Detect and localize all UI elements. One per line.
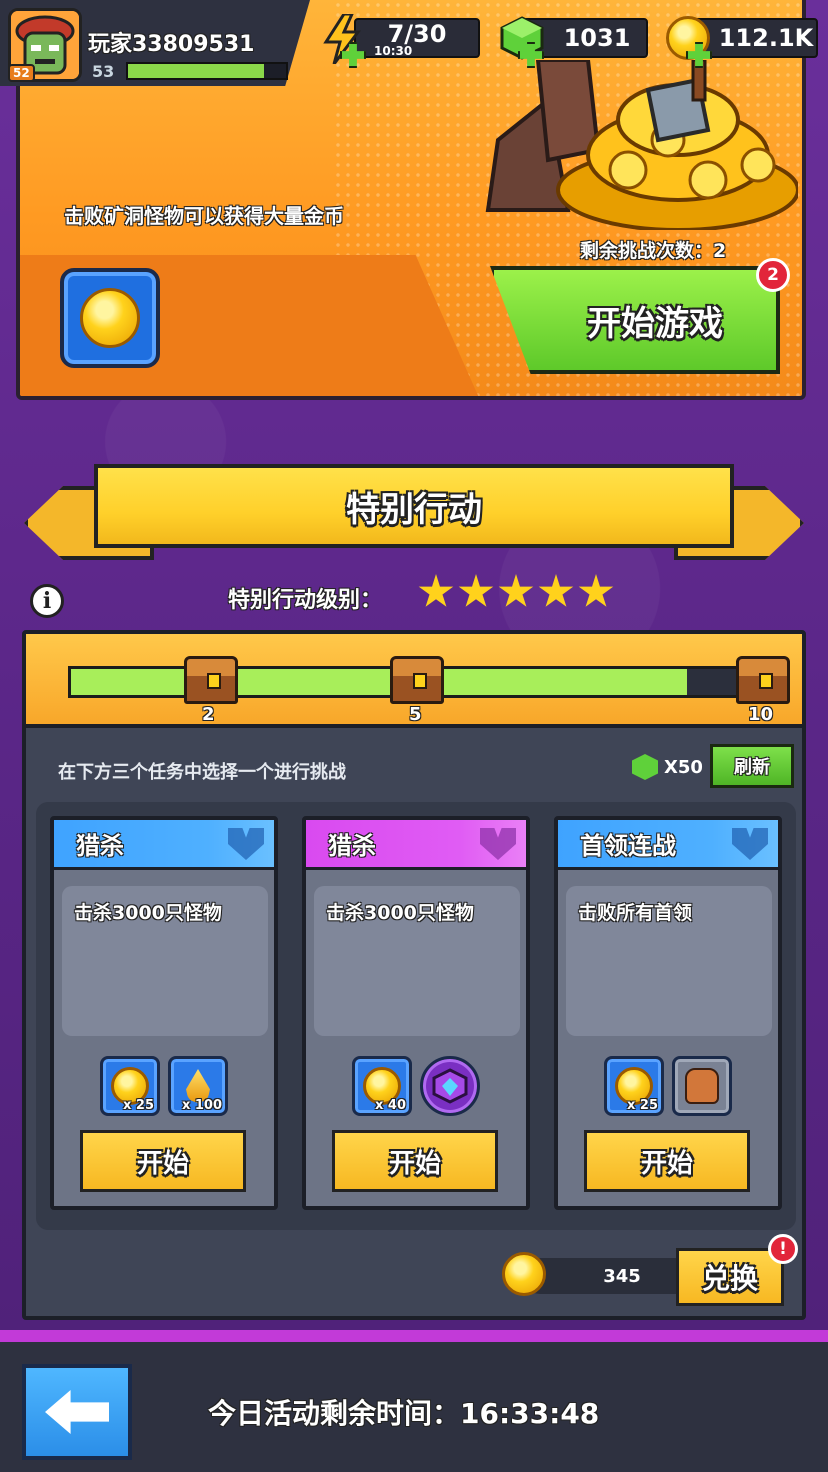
milestone-label: 5 [409, 704, 422, 725]
star-icon [458, 574, 494, 607]
emblem-icon [732, 828, 768, 860]
star-icon [418, 574, 454, 607]
star-icon [538, 574, 574, 607]
xp-bar-fill [128, 64, 264, 78]
milestone-chest-icon[interactable] [184, 656, 238, 704]
task-card: 猎杀 击杀3000只怪物 x 40 开始 [302, 816, 530, 1210]
banner-description: 击败矿洞怪物可以获得大量金币 [64, 204, 344, 228]
task-card-header: 猎杀 [54, 820, 274, 870]
task-rewards: x 25 x 100 [54, 1056, 274, 1116]
refresh-button[interactable]: 刷新 [710, 744, 794, 788]
task-rewards: x 40 [306, 1056, 526, 1116]
exchange-row: 345 兑换 ! [502, 1234, 802, 1308]
special-level-label: 特别行动级别： [228, 588, 383, 613]
task-card: 猎杀 击杀3000只怪物 x 25 x 100 开始 [50, 816, 278, 1210]
xp-bar [126, 62, 288, 80]
reward-essence[interactable]: x 100 [168, 1056, 228, 1116]
reward-count: x 25 [122, 1098, 154, 1113]
token-balance: 345 [522, 1258, 702, 1294]
milestone-label: 10 [748, 704, 774, 725]
task-card-header: 首领连战 [558, 820, 778, 870]
reward-token[interactable]: x 25 [100, 1056, 160, 1116]
emblem-icon [480, 828, 516, 860]
progress-header: 2 5 10 [26, 634, 802, 728]
task-type: 首领连战 [580, 832, 676, 860]
star-icon [578, 574, 614, 607]
task-start-button[interactable]: 开始 [80, 1130, 246, 1192]
final-chest-icon[interactable] [736, 656, 790, 704]
task-start-button[interactable]: 开始 [332, 1130, 498, 1192]
start-game-button[interactable]: 开始游戏 [490, 266, 780, 374]
player-level: 53 [92, 62, 115, 81]
task-card: 首领连战 击败所有首领 x 25 开始 [554, 816, 782, 1210]
info-icon[interactable]: i [30, 584, 64, 618]
gold-value: 112.1K [718, 24, 814, 52]
avatar-level-badge: 52 [8, 64, 35, 82]
back-button[interactable] [22, 1364, 132, 1460]
task-description: 击败所有首领 [566, 886, 772, 1036]
shield-gem-icon [432, 1068, 468, 1104]
reward-gem-badge[interactable] [420, 1056, 480, 1116]
remaining-attempts: 剩余挑战次数：2 [580, 240, 727, 262]
player-name: 玩家33809531 [88, 32, 255, 57]
emblem-icon [228, 828, 264, 860]
section-title: 特别行动 [94, 464, 734, 548]
task-description: 击杀3000只怪物 [314, 886, 520, 1036]
reward-token[interactable]: x 25 [604, 1056, 664, 1116]
gold-coin-tile [60, 268, 160, 368]
reward-count: x 25 [626, 1098, 658, 1113]
star-rating [418, 574, 614, 610]
progress-bar-fill [71, 669, 687, 695]
task-card-header: 猎杀 [306, 820, 526, 870]
reward-count: x 100 [181, 1098, 222, 1113]
star-icon [498, 574, 534, 607]
refresh-cost-value: X50 [664, 756, 703, 778]
exchange-button[interactable]: 兑换 [676, 1248, 784, 1306]
task-type: 猎杀 [328, 832, 376, 860]
special-operation-ribbon: 特别行动 [24, 464, 804, 564]
exchange-alert-badge: ! [768, 1234, 798, 1264]
task-hint: 在下方三个任务中选择一个进行挑战 [58, 762, 346, 783]
refresh-cost: X50 [632, 754, 703, 780]
milestone-chest-icon[interactable] [390, 656, 444, 704]
token-coin-icon [502, 1252, 546, 1296]
gem-value: 1031 [563, 24, 631, 52]
event-timer: 今日活动剩余时间：16:33:48 [208, 1397, 600, 1430]
reward-count: x 40 [374, 1098, 406, 1113]
glove-icon [685, 1068, 719, 1104]
energy-counter[interactable]: 7/30 10:30 [354, 18, 480, 58]
task-panel: 2 5 10 在下方三个任务中选择一个进行挑战 X50 刷新 猎杀 击杀3000… [22, 630, 806, 1320]
milestone-label: 2 [202, 704, 215, 725]
gold-coin-icon [80, 288, 140, 348]
gem-icon [632, 754, 658, 780]
task-start-button[interactable]: 开始 [584, 1130, 750, 1192]
back-arrow-icon [45, 1390, 109, 1434]
task-cards: 猎杀 击杀3000只怪物 x 25 x 100 开始 猎杀 击杀3000只怪物 … [36, 802, 796, 1230]
task-rewards: x 25 [558, 1056, 778, 1116]
top-bar: 52 玩家33809531 53 7/30 10:30 1031 112.1K [0, 0, 828, 88]
bottom-stripe [0, 1330, 828, 1342]
energy-timer: 10:30 [374, 44, 413, 58]
start-game-badge: 2 [756, 258, 790, 292]
bottom-bar: 今日活动剩余时间：16:33:48 [0, 1342, 828, 1472]
reward-glove[interactable] [672, 1056, 732, 1116]
reward-token[interactable]: x 40 [352, 1056, 412, 1116]
task-type: 猎杀 [76, 832, 124, 860]
task-description: 击杀3000只怪物 [62, 886, 268, 1036]
